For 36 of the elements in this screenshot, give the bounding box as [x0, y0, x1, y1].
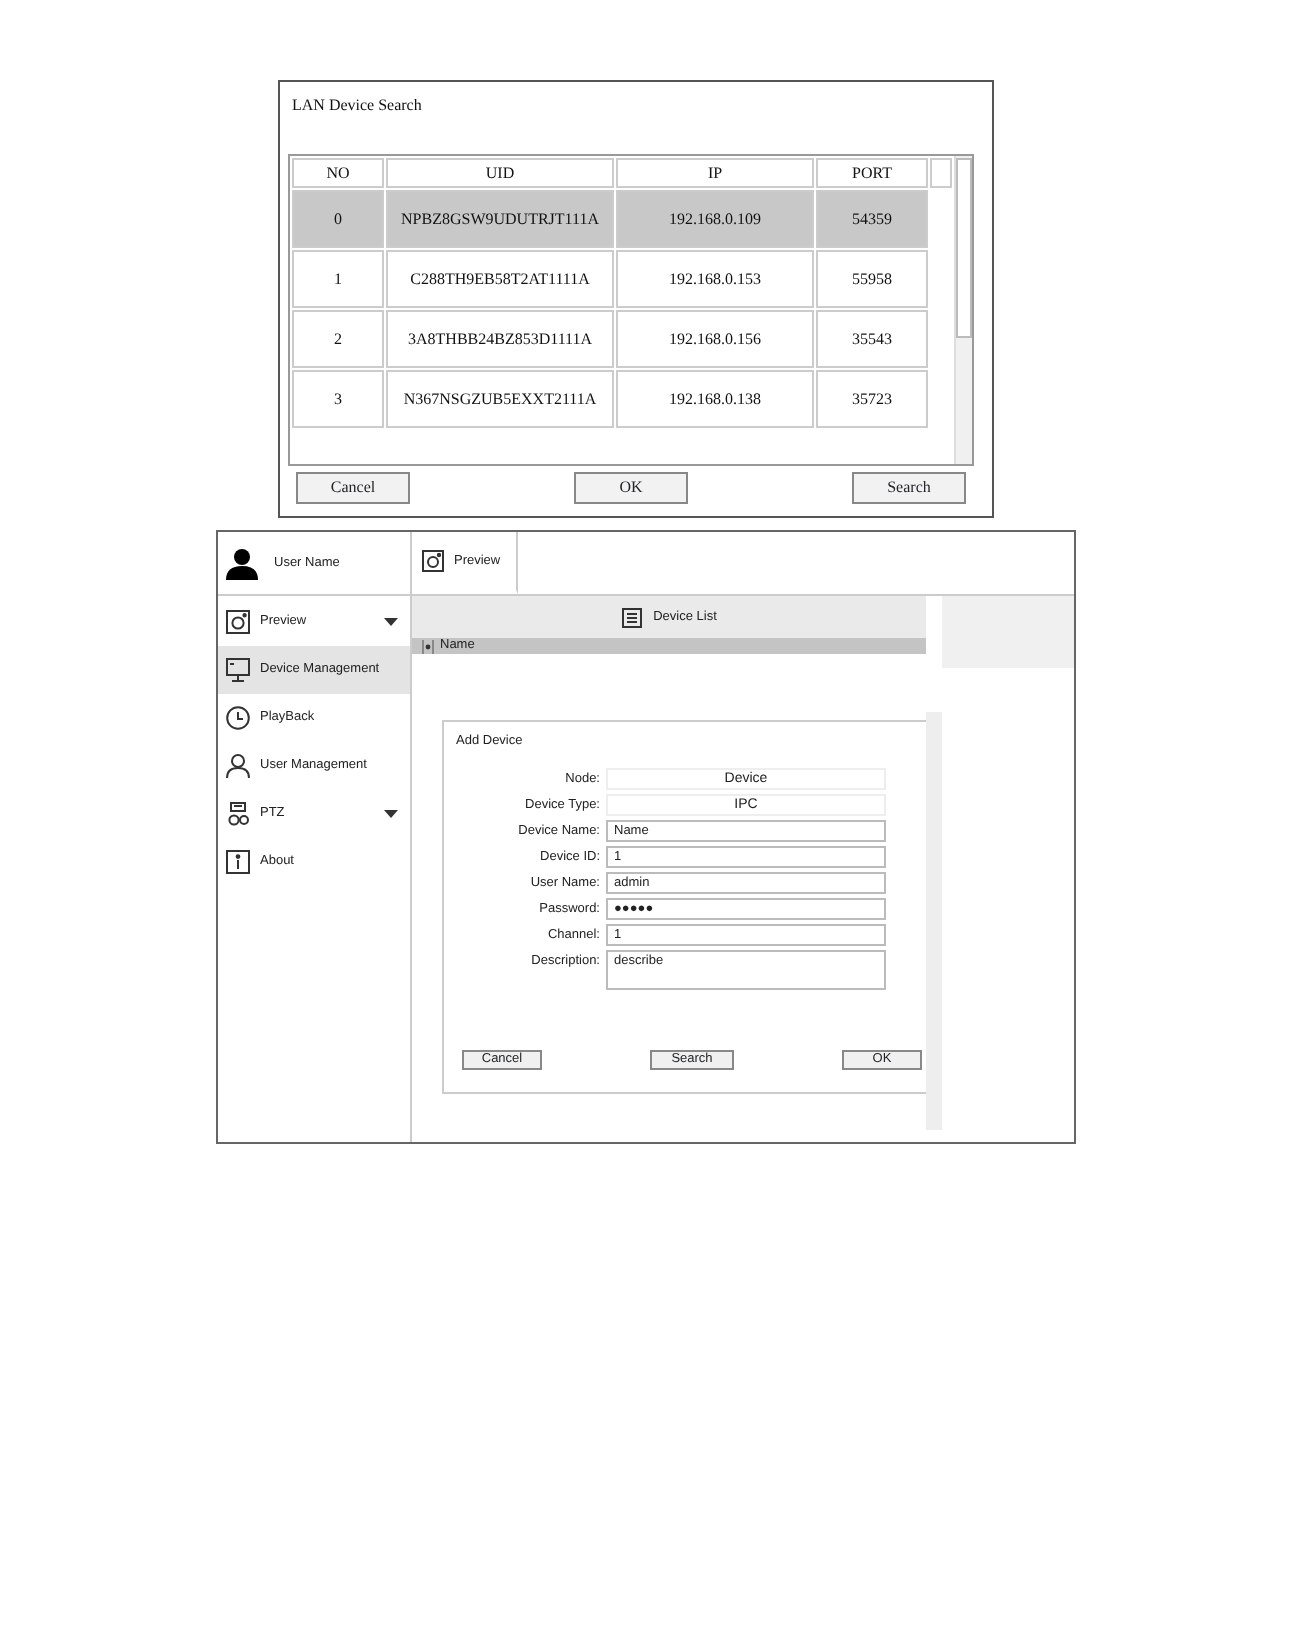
table-cell[interactable]: 3 [292, 370, 384, 428]
table-cell[interactable]: C288TH9EB58T2AT1111A [386, 250, 614, 308]
list-icon [621, 607, 642, 627]
table-cell[interactable]: 2 [292, 310, 384, 368]
table-cell[interactable]: 1 [292, 250, 384, 308]
person-icon [226, 754, 250, 778]
monitor-icon [226, 658, 250, 682]
column-header [930, 158, 952, 188]
camera-icon [226, 610, 250, 634]
side-panel [942, 596, 1074, 668]
table-cell[interactable]: 192.168.0.109 [616, 190, 814, 248]
column-header: UID [386, 158, 614, 188]
user-avatar-icon [226, 547, 258, 579]
column-header: NO [292, 158, 384, 188]
dialog-title: LAN Device Search [290, 94, 424, 118]
table-cell[interactable]: 192.168.0.156 [616, 310, 814, 368]
clock-icon [226, 706, 250, 730]
table-cell[interactable]: 192.168.0.138 [616, 370, 814, 428]
camera-icon [422, 550, 444, 572]
table-cell[interactable]: 0 [292, 190, 384, 248]
table-cell[interactable]: 35723 [816, 370, 928, 428]
column-header: PORT [816, 158, 928, 188]
table-cell[interactable]: N367NSGZUB5EXXT2111A [386, 370, 614, 428]
table-cell[interactable]: 3A8THBB24BZ853D1111A [386, 310, 614, 368]
table-cell[interactable]: 35543 [816, 310, 928, 368]
table-cell[interactable]: 55958 [816, 250, 928, 308]
search-button[interactable]: Search [852, 472, 966, 504]
table-cell[interactable]: 54359 [816, 190, 928, 248]
column-header: IP [616, 158, 814, 188]
cancel-button[interactable]: Cancel [296, 472, 410, 504]
table-cell[interactable]: NPBZ8GSW9UDUTRJT111A [386, 190, 614, 248]
info-icon [226, 850, 250, 874]
tree-node-icon [422, 639, 434, 653]
ptz-camera-icon [226, 802, 250, 826]
ok-button[interactable]: OK [574, 472, 688, 504]
table-cell[interactable]: 192.168.0.153 [616, 250, 814, 308]
